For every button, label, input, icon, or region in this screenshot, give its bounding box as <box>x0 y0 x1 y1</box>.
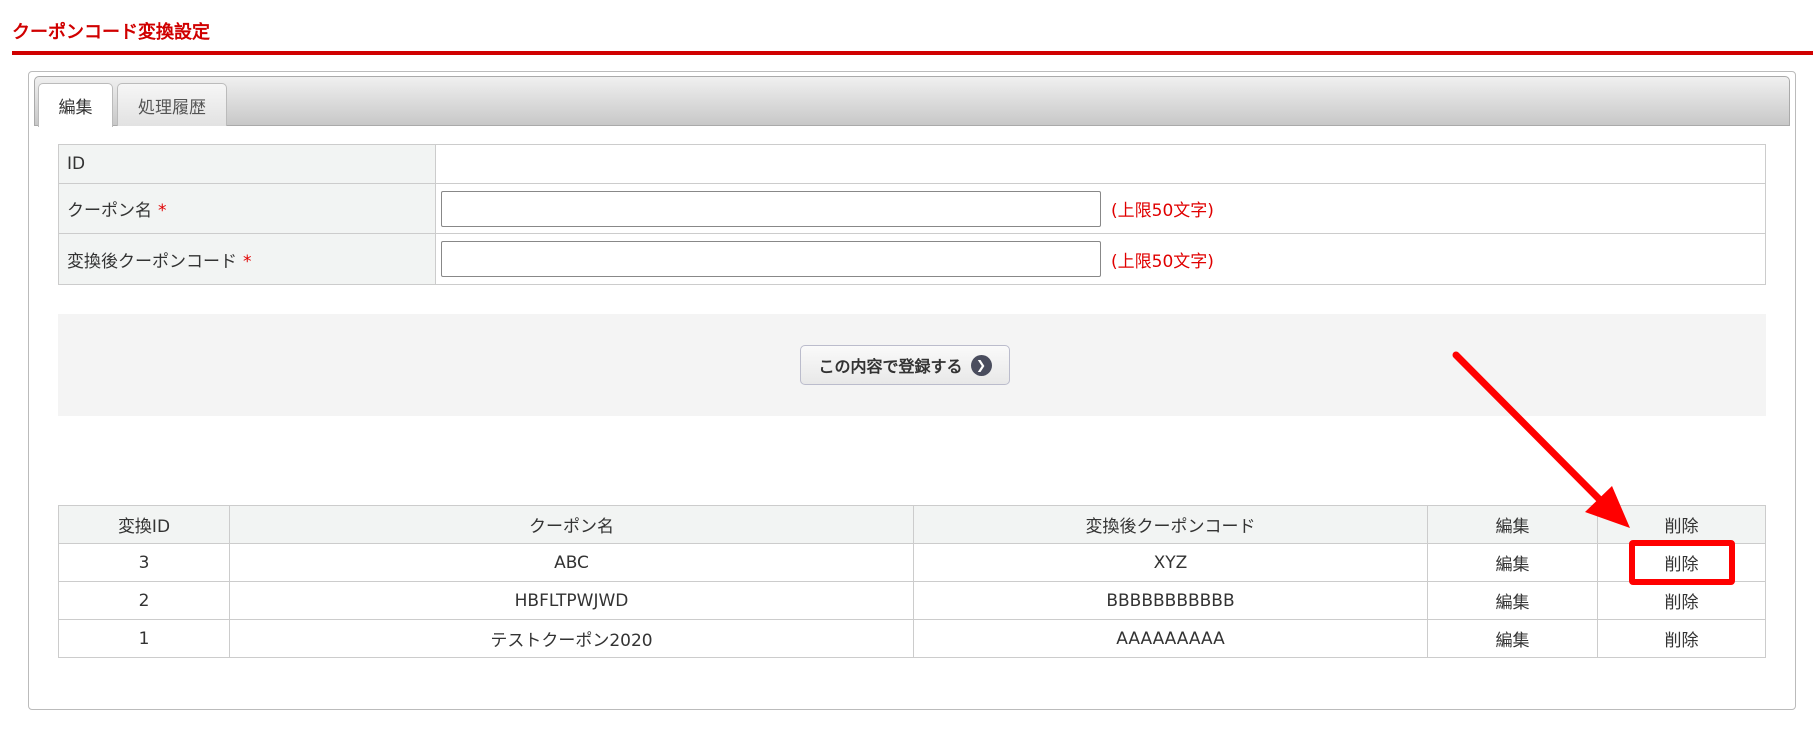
annotation-arrow-icon <box>1452 351 1630 528</box>
